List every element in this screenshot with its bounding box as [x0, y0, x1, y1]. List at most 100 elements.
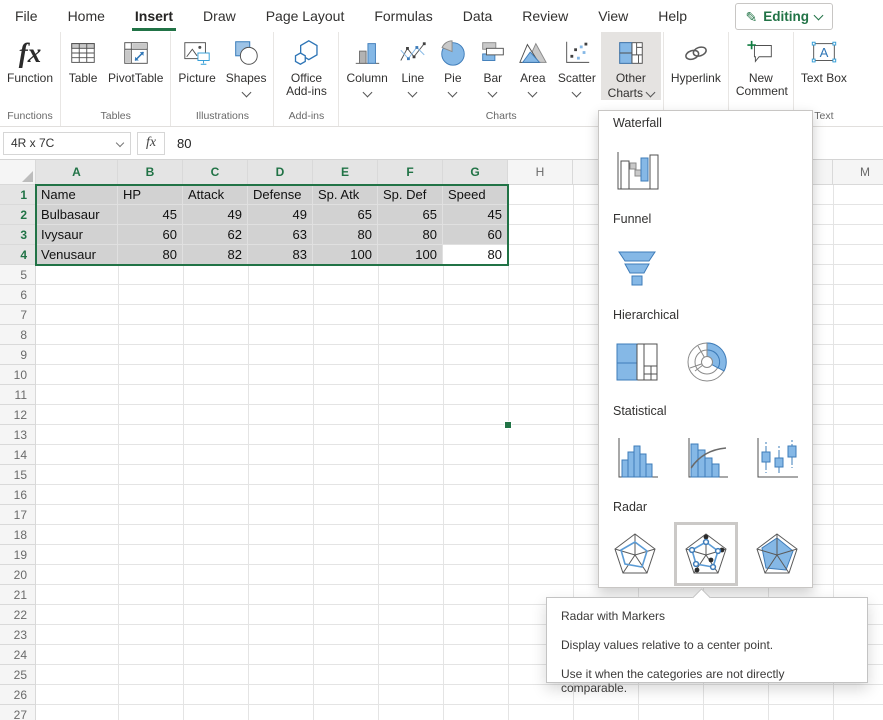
row-header-22[interactable]: 22 — [0, 605, 36, 625]
shapes-button[interactable]: Shapes — [221, 32, 272, 96]
fill-handle[interactable] — [504, 421, 512, 429]
scatter-chart-button[interactable]: Scatter — [553, 32, 601, 96]
waterfall-chart-item[interactable] — [613, 146, 661, 194]
row-header-18[interactable]: 18 — [0, 525, 36, 545]
select-all-corner[interactable] — [0, 160, 36, 185]
row-header-7[interactable]: 7 — [0, 305, 36, 325]
row-header-20[interactable]: 20 — [0, 565, 36, 585]
cell-B4[interactable]: 80 — [118, 245, 183, 265]
ribbon-tab-file[interactable]: File — [0, 2, 53, 31]
row-header-3[interactable]: 3 — [0, 225, 36, 245]
row-header-16[interactable]: 16 — [0, 485, 36, 505]
cell-D2[interactable]: 49 — [248, 205, 313, 225]
cell-A4[interactable]: Venusaur — [36, 245, 118, 265]
ribbon-tab-data[interactable]: Data — [448, 2, 508, 31]
row-header-2[interactable]: 2 — [0, 205, 36, 225]
cell-F2[interactable]: 65 — [378, 205, 443, 225]
office-addins-button[interactable]: Office Add-ins — [276, 32, 336, 98]
line-chart-button[interactable]: Line — [393, 32, 433, 96]
row-header-19[interactable]: 19 — [0, 545, 36, 565]
cell-B1[interactable]: HP — [118, 185, 183, 205]
row-header-12[interactable]: 12 — [0, 405, 36, 425]
radar-chart-item[interactable] — [611, 530, 659, 578]
row-header-5[interactable]: 5 — [0, 265, 36, 285]
cell-G4[interactable]: 80 — [443, 245, 508, 265]
row-header-13[interactable]: 13 — [0, 425, 36, 445]
row-header-11[interactable]: 11 — [0, 385, 36, 405]
pie-chart-button[interactable]: Pie — [433, 32, 473, 96]
cell-A1[interactable]: Name — [36, 185, 118, 205]
histogram-chart-item[interactable] — [613, 434, 661, 482]
editing-mode-button[interactable]: ✎ Editing — [735, 3, 833, 30]
cell-F4[interactable]: 100 — [378, 245, 443, 265]
cell-F1[interactable]: Sp. Def — [378, 185, 443, 205]
table-button[interactable]: Table — [63, 32, 103, 85]
cell-C1[interactable]: Attack — [183, 185, 248, 205]
column-header-D[interactable]: D — [248, 160, 313, 185]
row-header-6[interactable]: 6 — [0, 285, 36, 305]
function-button[interactable]: fx Function — [2, 32, 58, 85]
ribbon-tab-page-layout[interactable]: Page Layout — [251, 2, 360, 31]
row-header-15[interactable]: 15 — [0, 465, 36, 485]
column-header-G[interactable]: G — [443, 160, 508, 185]
box-and-whisker-chart-item[interactable] — [753, 434, 801, 482]
cell-D1[interactable]: Defense — [248, 185, 313, 205]
row-header-26[interactable]: 26 — [0, 685, 36, 705]
cell-B2[interactable]: 45 — [118, 205, 183, 225]
row-header-4[interactable]: 4 — [0, 245, 36, 265]
cell-D4[interactable]: 83 — [248, 245, 313, 265]
cell-E4[interactable]: 100 — [313, 245, 378, 265]
cell-A2[interactable]: Bulbasaur — [36, 205, 118, 225]
row-header-14[interactable]: 14 — [0, 445, 36, 465]
cell-G3[interactable]: 60 — [443, 225, 508, 245]
row-header-1[interactable]: 1 — [0, 185, 36, 205]
cell-A3[interactable]: Ivysaur — [36, 225, 118, 245]
ribbon-tab-view[interactable]: View — [583, 2, 643, 31]
row-header-23[interactable]: 23 — [0, 625, 36, 645]
hyperlink-button[interactable]: Hyperlink — [666, 32, 726, 85]
cell-B3[interactable]: 60 — [118, 225, 183, 245]
sunburst-chart-item[interactable] — [683, 338, 731, 386]
row-header-8[interactable]: 8 — [0, 325, 36, 345]
area-chart-button[interactable]: Area — [513, 32, 553, 96]
row-header-21[interactable]: 21 — [0, 585, 36, 605]
insert-function-button[interactable]: fx — [137, 132, 165, 155]
column-header-E[interactable]: E — [313, 160, 378, 185]
picture-button[interactable]: Picture — [173, 32, 220, 85]
row-header-17[interactable]: 17 — [0, 505, 36, 525]
column-chart-button[interactable]: Column — [341, 32, 392, 96]
other-charts-button[interactable]: Other Charts — [601, 32, 661, 100]
cell-G2[interactable]: 45 — [443, 205, 508, 225]
name-box[interactable]: 4R x 7C — [3, 132, 131, 155]
ribbon-tab-review[interactable]: Review — [507, 2, 583, 31]
column-header-F[interactable]: F — [378, 160, 443, 185]
row-header-10[interactable]: 10 — [0, 365, 36, 385]
row-header-9[interactable]: 9 — [0, 345, 36, 365]
text-box-button[interactable]: A Text Box — [796, 32, 852, 85]
column-header-B[interactable]: B — [118, 160, 183, 185]
cell-E3[interactable]: 80 — [313, 225, 378, 245]
row-header-27[interactable]: 27 — [0, 705, 36, 720]
column-header-C[interactable]: C — [183, 160, 248, 185]
cell-F3[interactable]: 80 — [378, 225, 443, 245]
cell-C3[interactable]: 62 — [183, 225, 248, 245]
cell-C4[interactable]: 82 — [183, 245, 248, 265]
ribbon-tab-draw[interactable]: Draw — [188, 2, 251, 31]
bar-chart-button[interactable]: Bar — [473, 32, 513, 96]
column-header-H[interactable]: H — [508, 160, 573, 185]
ribbon-tab-home[interactable]: Home — [53, 2, 120, 31]
column-header-M[interactable]: M — [833, 160, 883, 185]
cell-E1[interactable]: Sp. Atk — [313, 185, 378, 205]
radar-with-markers-chart-item[interactable] — [674, 522, 738, 586]
treemap-chart-item[interactable] — [613, 338, 661, 386]
cell-C2[interactable]: 49 — [183, 205, 248, 225]
row-header-24[interactable]: 24 — [0, 645, 36, 665]
funnel-chart-item[interactable] — [613, 242, 661, 290]
cell-G1[interactable]: Speed — [443, 185, 508, 205]
cell-D3[interactable]: 63 — [248, 225, 313, 245]
row-header-25[interactable]: 25 — [0, 665, 36, 685]
pareto-chart-item[interactable] — [683, 434, 731, 482]
ribbon-tab-help[interactable]: Help — [643, 2, 702, 31]
column-header-A[interactable]: A — [36, 160, 118, 185]
cell-E2[interactable]: 65 — [313, 205, 378, 225]
